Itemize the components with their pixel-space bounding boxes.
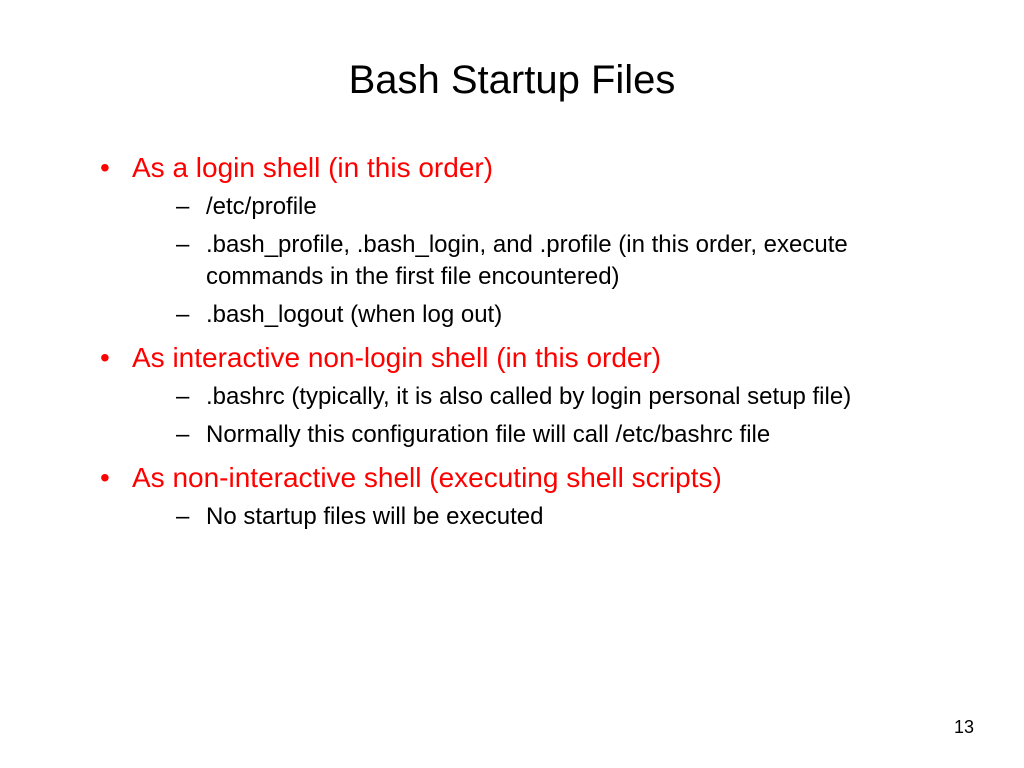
list-item: – /etc/profile: [176, 191, 934, 223]
section-heading-text: As interactive non-login shell (in this …: [132, 341, 661, 375]
slide-container: Bash Startup Files • As a login shell (i…: [0, 0, 1024, 768]
dash-icon: –: [176, 229, 206, 261]
list-item: – Normally this configuration file will …: [176, 419, 934, 451]
dash-icon: –: [176, 501, 206, 533]
section-heading-item: • As a login shell (in this order): [100, 151, 934, 185]
section-2: • As non-interactive shell (executing sh…: [100, 461, 934, 533]
slide-content: • As a login shell (in this order) – /et…: [90, 151, 934, 533]
section-1-items: – .bashrc (typically, it is also called …: [100, 381, 934, 451]
section-0-items: – /etc/profile – .bash_profile, .bash_lo…: [100, 191, 934, 331]
section-heading-text: As non-interactive shell (executing shel…: [132, 461, 722, 495]
slide-title: Bash Startup Files: [90, 58, 934, 103]
bullet-icon: •: [100, 461, 132, 495]
bullet-icon: •: [100, 341, 132, 375]
list-item: – .bashrc (typically, it is also called …: [176, 381, 934, 413]
section-2-items: – No startup files will be executed: [100, 501, 934, 533]
list-item-text: No startup files will be executed: [206, 501, 544, 533]
list-item: – No startup files will be executed: [176, 501, 934, 533]
section-1: • As interactive non-login shell (in thi…: [100, 341, 934, 451]
section-heading-text: As a login shell (in this order): [132, 151, 493, 185]
dash-icon: –: [176, 191, 206, 223]
dash-icon: –: [176, 299, 206, 331]
dash-icon: –: [176, 381, 206, 413]
dash-icon: –: [176, 419, 206, 451]
list-item: – .bash_profile, .bash_login, and .profi…: [176, 229, 934, 293]
page-number: 13: [954, 717, 974, 738]
list-item-text: /etc/profile: [206, 191, 317, 223]
list-item: – .bash_logout (when log out): [176, 299, 934, 331]
list-item-text: .bashrc (typically, it is also called by…: [206, 381, 851, 413]
section-heading-item: • As non-interactive shell (executing sh…: [100, 461, 934, 495]
bullet-icon: •: [100, 151, 132, 185]
section-heading-item: • As interactive non-login shell (in thi…: [100, 341, 934, 375]
list-item-text: Normally this configuration file will ca…: [206, 419, 770, 451]
list-item-text: .bash_logout (when log out): [206, 299, 502, 331]
list-item-text: .bash_profile, .bash_login, and .profile…: [206, 229, 934, 293]
section-0: • As a login shell (in this order) – /et…: [100, 151, 934, 331]
